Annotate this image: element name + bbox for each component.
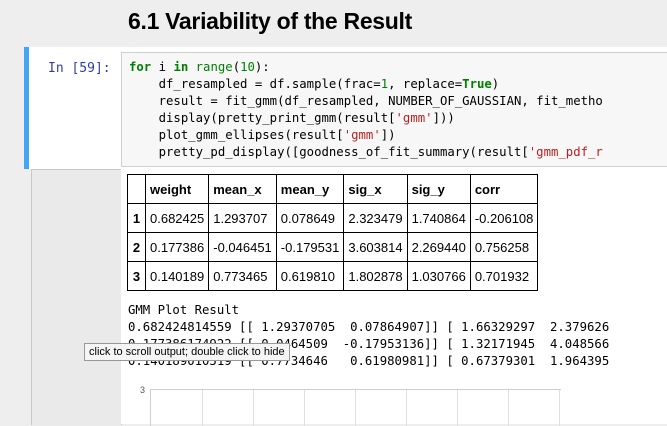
plot-gridline — [508, 390, 509, 426]
gmm-result-heading: GMM Plot Result — [128, 303, 240, 317]
table-row: 3 0.140189 0.773465 0.619810 1.802878 1.03076… — [127, 261, 539, 291]
code-token: 10 — [240, 60, 255, 74]
plot-area — [150, 389, 561, 426]
table-header-row: weight mean_x mean_y sig_x sig_y corr — [127, 174, 539, 204]
table-index-header — [127, 174, 146, 204]
code-token: result = fit_gmm(df_resampled, NUMBER_OF… — [129, 94, 603, 108]
plot-gridline — [457, 390, 458, 426]
table-column-header: corr — [469, 174, 539, 204]
table-column-header: sig_y — [406, 174, 471, 204]
dataframe-table: weight mean_x mean_y sig_x sig_y corr 1 0.6824… — [127, 174, 539, 291]
table-row-index: 2 — [127, 232, 146, 262]
code-token: 'gmm' — [395, 111, 433, 125]
table-column-header: mean_y — [275, 174, 345, 204]
table-cell: 0.773465 — [208, 261, 277, 291]
table-column-header: mean_x — [208, 174, 277, 204]
code-token: 1 — [380, 77, 389, 91]
plot-gridline — [406, 390, 407, 426]
code-editor[interactable]: for i in range(10): df_resampled = df.sa… — [121, 52, 667, 167]
code-token: 'gmm_pdf_r — [528, 145, 603, 159]
table-cell: 1.293707 — [208, 203, 277, 233]
code-token: for — [129, 60, 152, 74]
input-prompt: In [59]: — [48, 61, 111, 76]
section-heading: 6.1 Variability of the Result — [128, 8, 413, 34]
code-token: , replace= — [388, 77, 463, 91]
table-cell: 1.802878 — [343, 261, 408, 291]
code-token: ( — [232, 60, 241, 74]
table-row: 1 0.682425 1.293707 0.078649 2.323479 1.74086… — [127, 203, 539, 233]
table-cell: 0.177386 — [144, 232, 210, 262]
code-token: ): — [254, 60, 270, 74]
table-cell: -0.206108 — [469, 203, 539, 233]
table-cell: 0.619810 — [275, 261, 345, 291]
code-text[interactable]: for i in range(10): df_resampled = df.sa… — [129, 59, 603, 161]
table-cell: 0.140189 — [144, 261, 210, 291]
table-cell: 1.030766 — [406, 261, 471, 291]
code-token: True — [462, 77, 492, 91]
plot-gridline — [202, 390, 203, 426]
table-cell: -0.046451 — [208, 232, 277, 262]
code-token: plot_gmm_ellipses(result[ — [129, 128, 344, 142]
plot-gridline — [559, 390, 560, 426]
table-cell: 0.701932 — [469, 261, 539, 291]
gmm-result-line: 0.682424814559 [[ 1.29370705 0.07864907]… — [128, 320, 610, 334]
table-cell: 0.682425 — [144, 203, 210, 233]
plot-gridline — [253, 390, 254, 426]
table-cell: 2.269440 — [406, 232, 471, 262]
code-token: ])) — [432, 111, 455, 125]
plot-y-tick-label: 3 — [140, 385, 146, 395]
table-cell: -0.179531 — [275, 232, 345, 262]
code-token: ) — [491, 77, 500, 91]
output-prompt-area[interactable] — [31, 169, 122, 425]
code-token: i — [151, 60, 174, 74]
scroll-output-tooltip: click to scroll output; double click to … — [84, 343, 290, 361]
table-row-index: 1 — [127, 203, 146, 233]
table-column-header: weight — [144, 174, 210, 204]
code-token: ]) — [380, 128, 396, 142]
table-row-index: 3 — [127, 261, 146, 291]
plot-gridline — [355, 390, 356, 426]
table-row: 2 0.177386 -0.046451 -0.179531 3.603814 2.269… — [127, 232, 539, 262]
table-cell: 0.756258 — [469, 232, 539, 262]
table-cell: 3.603814 — [343, 232, 408, 262]
plot-gridline — [304, 390, 305, 426]
code-token: df_resampled = df.sample(frac= — [129, 77, 381, 91]
table-cell: 0.078649 — [275, 203, 345, 233]
code-token: pretty_pd_display([goodness_of_fit_summa… — [129, 145, 529, 159]
code-token: 'gmm' — [343, 128, 381, 142]
code-token: range — [195, 60, 233, 74]
table-cell: 1.740864 — [406, 203, 471, 233]
table-cell: 2.323479 — [343, 203, 408, 233]
code-token: in — [173, 60, 189, 74]
table-column-header: sig_x — [343, 174, 408, 204]
code-token: display(pretty_print_gmm(result[ — [129, 111, 396, 125]
